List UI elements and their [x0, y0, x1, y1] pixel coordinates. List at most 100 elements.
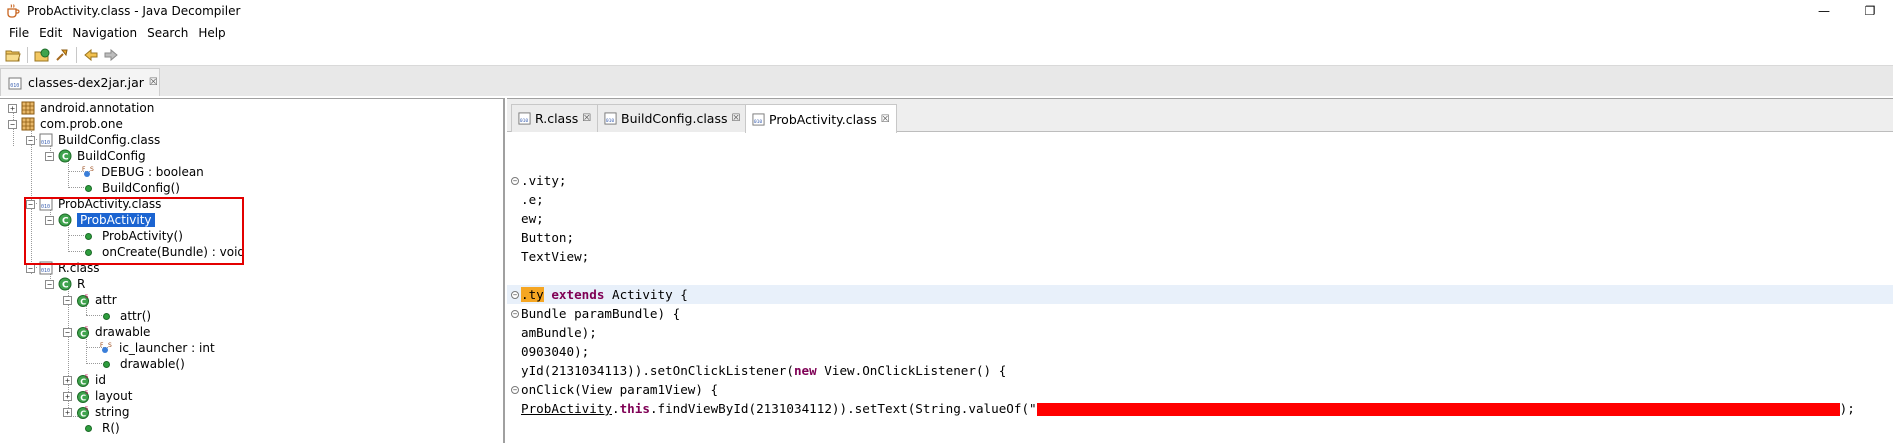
tree-item-label: R(): [102, 421, 120, 435]
tree-item-attr[interactable]: − CS attr: [63, 292, 117, 308]
close-icon[interactable]: ☒: [881, 114, 890, 125]
method-icon: [103, 360, 110, 368]
code-line: − onClick(View param1View) {: [507, 380, 1893, 399]
package-icon: [21, 101, 35, 115]
code-text: Button;: [521, 230, 575, 245]
fold-icon[interactable]: −: [511, 309, 519, 318]
tree-item-id[interactable]: + CS id: [63, 372, 106, 388]
code-text: .e;: [521, 192, 544, 207]
close-icon[interactable]: ☒: [582, 113, 591, 124]
tree-item-label: DEBUG : boolean: [101, 165, 204, 179]
code-text: .vity;: [521, 173, 567, 188]
inner-class-icon: CS: [77, 406, 89, 419]
tree-item-r-constructor[interactable]: R(): [82, 420, 120, 436]
svg-text:F: F: [100, 342, 104, 349]
jar-icon: 010: [8, 77, 22, 89]
tree-item-android-annotation[interactable]: + android.annotation: [8, 100, 154, 116]
tree-item-buildconfig-class[interactable]: − 010 BuildConfig.class: [26, 132, 160, 148]
expand-icon[interactable]: +: [8, 103, 17, 113]
fold-icon[interactable]: −: [511, 290, 519, 299]
svg-text:C: C: [62, 281, 69, 291]
minimize-icon: —: [1818, 4, 1830, 18]
tree-item-drawable-constructor[interactable]: drawable(): [100, 356, 185, 372]
collapse-icon[interactable]: −: [26, 135, 35, 145]
code-text: TextView;: [521, 249, 590, 264]
expand-icon[interactable]: +: [63, 375, 72, 385]
expand-icon[interactable]: +: [63, 407, 72, 417]
class-icon: C: [58, 149, 72, 163]
tree-item-debug-field[interactable]: FS DEBUG : boolean: [82, 164, 204, 180]
svg-text:S: S: [85, 390, 88, 396]
restore-button[interactable]: ❐: [1847, 0, 1893, 22]
search-icon: [56, 49, 68, 61]
method-icon: [103, 312, 110, 320]
redaction-bar: [1036, 403, 1840, 416]
tab-jar[interactable]: 010 classes-dex2jar.jar ☒: [0, 68, 160, 96]
menu-edit[interactable]: Edit: [34, 26, 67, 40]
toolbar-separator: [76, 46, 77, 63]
tree-item-label: drawable(): [120, 357, 185, 371]
expand-icon[interactable]: +: [63, 391, 72, 401]
tree-connector: [86, 337, 87, 364]
menu-help[interactable]: Help: [193, 26, 230, 40]
code-line-highlighted: − .ty extends Activity {: [507, 285, 1893, 304]
collapse-icon[interactable]: −: [45, 151, 54, 161]
collapse-icon[interactable]: −: [63, 327, 72, 337]
tree-item-attr-constructor[interactable]: attr(): [100, 308, 151, 324]
tree-item-drawable[interactable]: − CS drawable: [63, 324, 150, 340]
tree-item-layout[interactable]: + CS layout: [63, 388, 132, 404]
code-line: ProbActivity.this.findViewById(213103411…: [507, 399, 1893, 418]
tab-buildconfig-class[interactable]: 010 BuildConfig.class ☒: [597, 104, 748, 132]
menu-search[interactable]: Search: [142, 26, 193, 40]
tree-item-label: BuildConfig: [77, 149, 146, 163]
static-final-field-icon: FS: [82, 166, 94, 177]
collapse-icon[interactable]: −: [45, 279, 54, 289]
code-text: yId(2131034113)).setOnClickListener(new …: [521, 363, 1006, 378]
back-arrow-icon: [84, 48, 98, 61]
tree-item-label: ic_launcher : int: [119, 341, 215, 355]
package-tree: + android.annotation − com.prob.one − 01…: [0, 98, 505, 443]
code-text: ew;: [521, 211, 544, 226]
tree-item-r[interactable]: − C R: [45, 276, 85, 292]
code-line: .e;: [507, 190, 1893, 209]
class-reference[interactable]: ProbActivity: [521, 401, 612, 416]
forward-button[interactable]: [101, 46, 121, 64]
code-line: yId(2131034113)).setOnClickListener(new …: [507, 361, 1893, 380]
tab-probactivity-class[interactable]: 010 ProbActivity.class ☒: [745, 104, 897, 133]
search-button[interactable]: [52, 46, 72, 64]
back-button[interactable]: [81, 46, 101, 64]
code-line: TextView;: [507, 247, 1893, 266]
package-icon: [21, 117, 35, 131]
coffee-cup-icon: [7, 4, 20, 18]
close-icon[interactable]: ☒: [732, 113, 741, 124]
svg-text:S: S: [85, 406, 88, 412]
code-line: amBundle);: [507, 323, 1893, 342]
fold-icon[interactable]: −: [511, 385, 519, 394]
collapse-icon[interactable]: −: [63, 295, 72, 305]
tab-r-class[interactable]: 010 R.class ☒: [511, 104, 599, 132]
menu-navigation[interactable]: Navigation: [67, 26, 142, 40]
code-fragment: .: [612, 401, 620, 416]
tree-item-ic-launcher[interactable]: FS ic_launcher : int: [100, 340, 215, 356]
class-file-icon: 010: [518, 112, 531, 125]
code-fragment: View.OnClickListener() {: [816, 363, 1007, 378]
tree-item-buildconfig-constructor[interactable]: BuildConfig(): [82, 180, 180, 196]
menu-file[interactable]: File: [4, 26, 34, 40]
open-file-icon: [5, 50, 21, 61]
collapse-icon[interactable]: −: [8, 119, 17, 129]
tree-item-string[interactable]: + CS string: [63, 404, 129, 420]
fold-icon[interactable]: −: [511, 176, 519, 185]
open-type-button[interactable]: [32, 46, 52, 64]
code-editor[interactable]: − .vity; .e; ew; Button; TextView; − .ty…: [507, 134, 1893, 443]
tree-item-com-prob-one[interactable]: − com.prob.one: [8, 116, 123, 132]
tree-item-buildconfig[interactable]: − C BuildConfig: [45, 148, 146, 164]
svg-text:F: F: [82, 166, 86, 173]
minimize-button[interactable]: —: [1801, 0, 1847, 22]
open-file-button[interactable]: [3, 46, 23, 64]
tree-item-label: attr: [95, 293, 117, 307]
code-text: .ty extends Activity {: [521, 287, 688, 302]
inner-class-icon: CS: [77, 390, 89, 403]
code-line: ew;: [507, 209, 1893, 228]
tab-strip: [0, 66, 1893, 96]
close-icon[interactable]: ☒: [149, 77, 158, 88]
